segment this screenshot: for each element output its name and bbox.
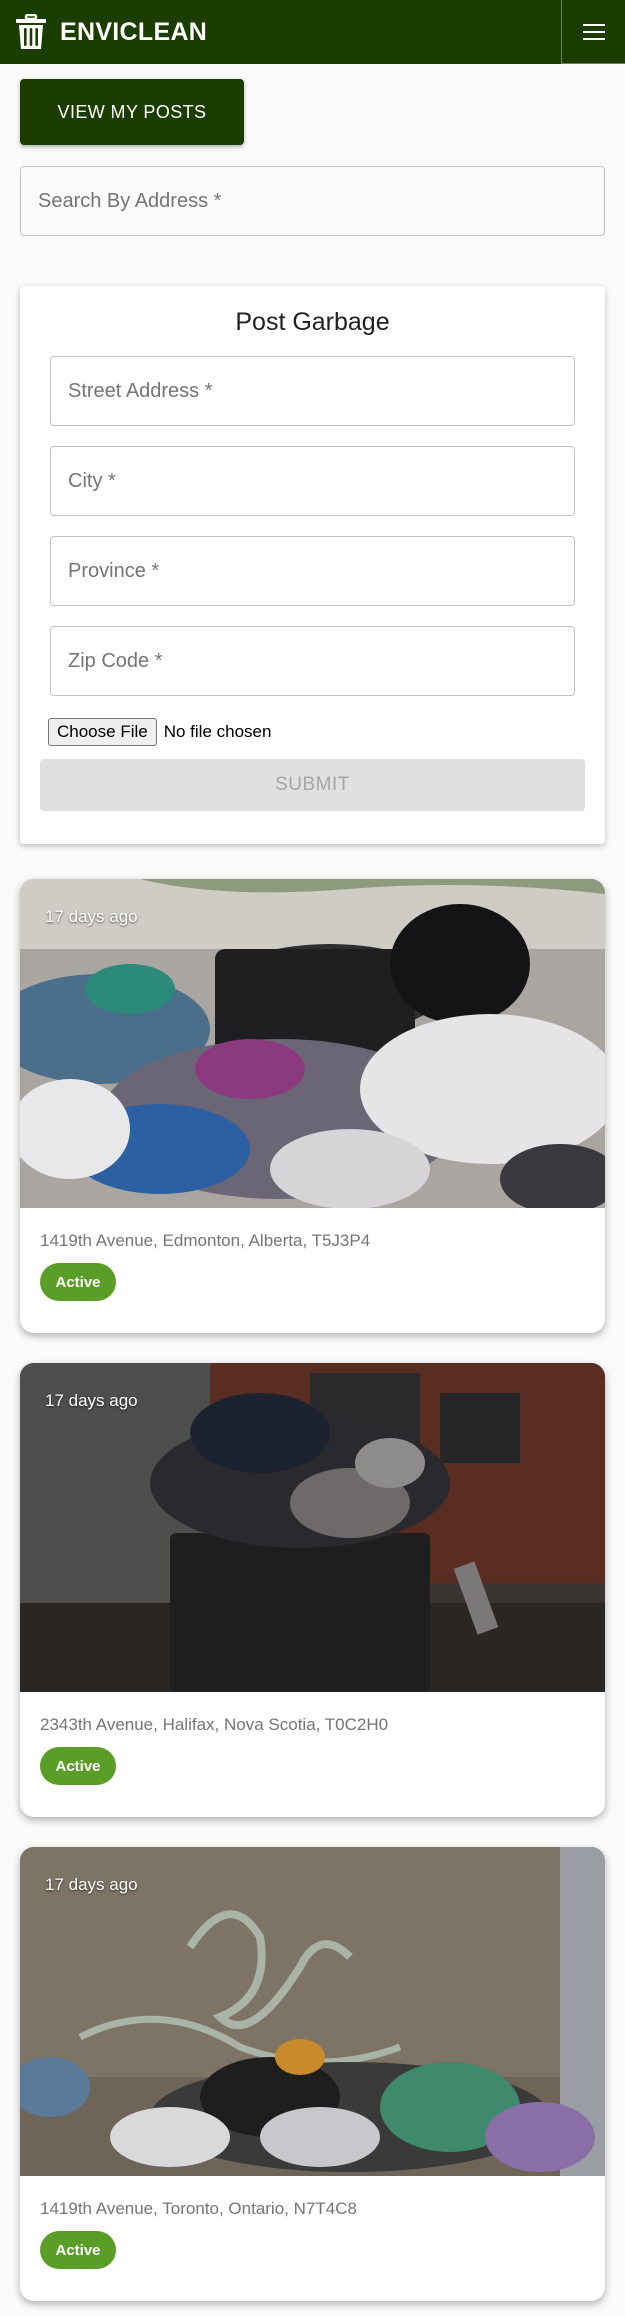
post-address: 2343th Avenue, Halifax, Nova Scotia, T0C…: [40, 1715, 389, 1734]
file-upload: Choose File No file chosen: [48, 718, 271, 746]
trash-can-icon: [16, 14, 46, 49]
file-status-text: No file chosen: [163, 722, 272, 741]
street-address-input[interactable]: Street Address *: [50, 356, 575, 426]
post-garbage-form: Post Garbage Street Address * City * Pro…: [20, 286, 605, 844]
province-input[interactable]: Province *: [50, 536, 575, 606]
hamburger-menu-icon: [582, 23, 605, 40]
post-address: 1419th Avenue, Toronto, Ontario, N7T4C8: [40, 2199, 357, 2218]
submit-button[interactable]: SUBMIT: [40, 759, 585, 811]
search-address-input[interactable]: Search By Address *: [20, 166, 605, 236]
form-title: Post Garbage: [235, 308, 390, 336]
top-navbar: ENVICLEAN: [0, 0, 625, 64]
post-time: 17 days ago: [45, 907, 138, 926]
view-my-posts-button[interactable]: VIEW MY POSTS: [20, 79, 244, 145]
garbage-post-card[interactable]: 17 days ago 1419th Avenue, Toronto, Onta…: [20, 1847, 605, 2301]
post-address: 1419th Avenue, Edmonton, Alberta, T5J3P4: [40, 1231, 371, 1250]
garbage-post-card[interactable]: 17 days ago 2343th Avenue, Halifax, Nova…: [20, 1363, 605, 1817]
status-badge: Active: [40, 2231, 116, 2269]
status-badge: Active: [40, 1747, 116, 1785]
menu-toggle-button[interactable]: [561, 0, 625, 64]
brand[interactable]: ENVICLEAN: [14, 14, 207, 50]
choose-file-button[interactable]: Choose File: [48, 718, 157, 746]
status-badge: Active: [40, 1263, 116, 1301]
garbage-post-card[interactable]: 17 days ago 1419th Avenue, Edmonton, Alb…: [20, 879, 605, 1333]
garbage-photo: [20, 1363, 605, 1692]
post-time: 17 days ago: [45, 1391, 138, 1410]
garbage-photo: [20, 1847, 605, 2176]
zip-code-input[interactable]: Zip Code *: [50, 626, 575, 696]
brand-name: ENVICLEAN: [60, 17, 208, 46]
garbage-photo: [20, 879, 605, 1208]
city-input[interactable]: City *: [50, 446, 575, 516]
post-time: 17 days ago: [45, 1875, 138, 1894]
